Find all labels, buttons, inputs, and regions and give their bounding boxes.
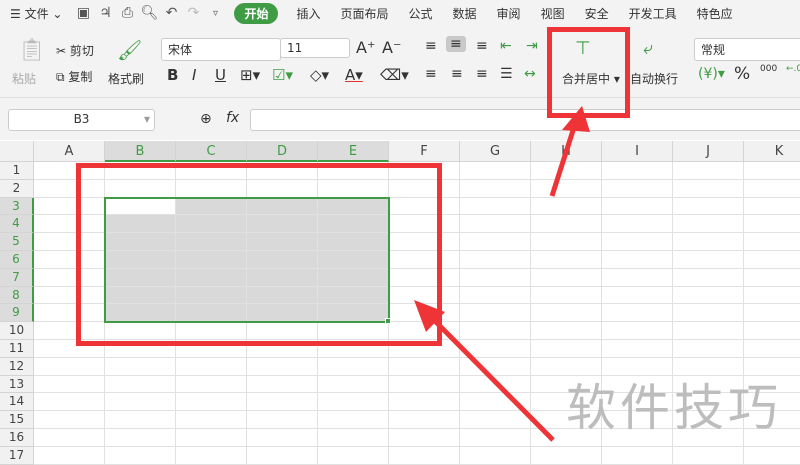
arrow-to-merge-button [549,106,590,197]
arrow-to-selection [414,300,555,442]
watermark: 软件技巧 [566,379,782,437]
